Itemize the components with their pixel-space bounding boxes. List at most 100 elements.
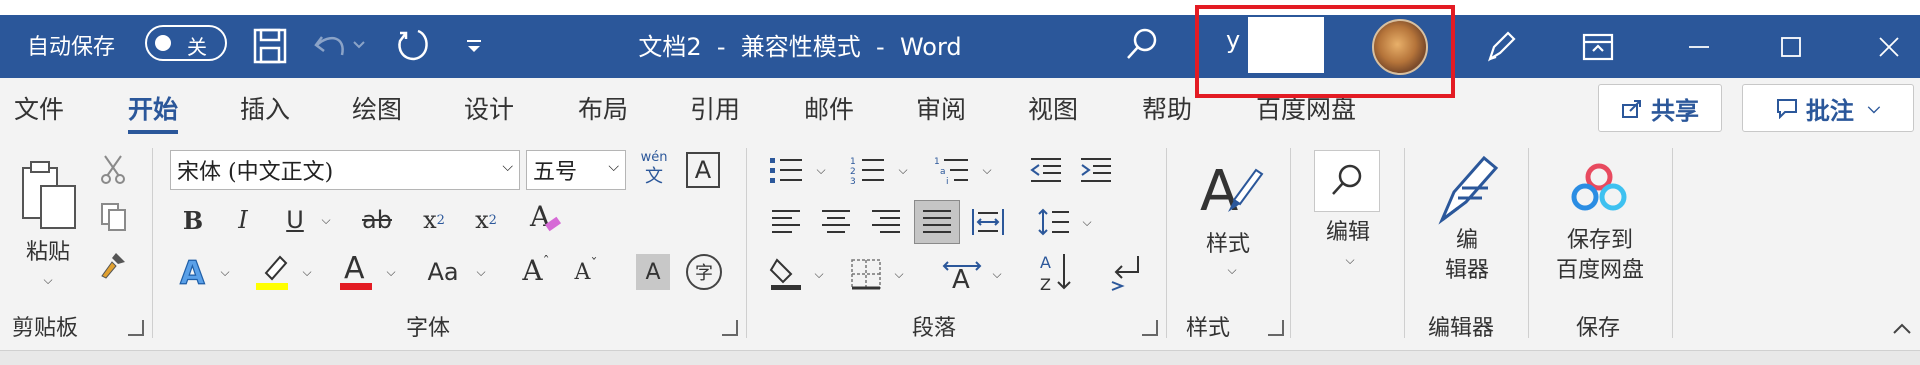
chevron-down-icon[interactable]: ⌵	[502, 159, 513, 175]
copy-icon[interactable]	[96, 200, 130, 234]
highlight-icon[interactable]	[252, 250, 292, 292]
chevron-down-icon[interactable]: ⌵	[892, 152, 910, 188]
baidu-netdisk-icon[interactable]	[1566, 158, 1632, 218]
maximize-button[interactable]	[1748, 15, 1834, 78]
enclose-char-icon[interactable]: 字	[686, 254, 722, 290]
cut-icon[interactable]	[96, 152, 130, 186]
subscript-button[interactable]: x2	[416, 202, 452, 238]
chevron-down-icon[interactable]: ⌵	[986, 254, 1004, 294]
chevron-down-icon[interactable]: ⌵	[808, 254, 826, 294]
tab-file[interactable]: 文件	[14, 90, 64, 126]
tab-insert[interactable]: 插入	[240, 90, 290, 126]
svg-text:A: A	[952, 265, 970, 292]
strikethrough-button[interactable]: ab	[356, 202, 398, 238]
chevron-down-icon[interactable]: ⌵	[888, 254, 906, 294]
bold-button[interactable]: B	[178, 202, 208, 238]
chevron-down-icon[interactable]: ⌵	[976, 152, 994, 188]
tab-view[interactable]: 视图	[1028, 90, 1078, 126]
shrink-font-button[interactable]: Aˇ	[568, 252, 604, 292]
clipboard-group-label: 剪贴板	[12, 316, 79, 341]
tab-references[interactable]: 引用	[690, 90, 740, 126]
chevron-down-icon[interactable]: ⌵	[1338, 250, 1358, 270]
grow-font-button[interactable]: Aˆ	[516, 250, 556, 290]
baidu-save-label-line1[interactable]: 保存到	[1540, 226, 1660, 256]
collapse-ribbon-icon[interactable]	[1890, 316, 1914, 340]
font-name-combo[interactable]: 宋体 (中文正文) ⌵	[170, 150, 520, 190]
superscript-button[interactable]: x2	[468, 202, 504, 238]
tab-draw[interactable]: 绘图	[352, 90, 402, 126]
font-size-combo[interactable]: 五号 ⌵	[526, 150, 626, 190]
editor-icon[interactable]	[1430, 150, 1504, 228]
char-shading-icon[interactable]: A	[636, 254, 670, 290]
chevron-down-icon[interactable]: ⌵	[1076, 204, 1094, 240]
undo-icon[interactable]	[312, 25, 368, 65]
char-border-icon[interactable]: A	[686, 152, 720, 188]
share-button[interactable]: 共享	[1598, 84, 1722, 132]
bullets-icon[interactable]	[764, 152, 808, 188]
styles-label[interactable]: 样式	[1196, 230, 1260, 260]
tab-review[interactable]: 审阅	[916, 90, 966, 126]
tab-layout[interactable]: 布局	[578, 90, 628, 126]
chevron-down-icon[interactable]: ⌵	[296, 252, 314, 292]
decrease-indent-icon[interactable]	[1026, 152, 1066, 188]
text-effects-icon[interactable]: A	[176, 252, 212, 292]
tab-design[interactable]: 设计	[464, 90, 514, 126]
close-button[interactable]	[1846, 15, 1920, 78]
align-left-icon[interactable]	[766, 204, 806, 240]
chevron-down-icon[interactable]: ⌵	[214, 252, 232, 292]
tab-help[interactable]: 帮助	[1142, 90, 1192, 126]
search-icon[interactable]	[1122, 25, 1162, 65]
justify-icon[interactable]	[914, 200, 960, 244]
redo-icon[interactable]	[392, 25, 436, 65]
baidu-save-label-line2[interactable]: 百度网盘	[1540, 256, 1660, 286]
font-launcher[interactable]	[722, 320, 738, 336]
tab-mailings[interactable]: 邮件	[804, 90, 854, 126]
chevron-down-icon[interactable]: ⌵	[380, 252, 398, 292]
chevron-down-icon[interactable]: ⌵	[608, 159, 619, 175]
format-painter-icon[interactable]	[96, 248, 130, 282]
chevron-down-icon[interactable]: ⌵	[470, 252, 488, 292]
styles-icon[interactable]: A	[1196, 154, 1266, 224]
sort-icon[interactable]: AZ	[1036, 250, 1076, 294]
underline-button[interactable]: U	[280, 202, 310, 238]
editor-label-line1[interactable]: 编	[1430, 226, 1504, 256]
italic-button[interactable]: I	[228, 202, 258, 238]
ribbon-display-options-icon[interactable]	[1578, 27, 1618, 67]
line-spacing-icon[interactable]	[1034, 204, 1074, 240]
align-right-icon[interactable]	[866, 204, 906, 240]
svg-text:A: A	[1040, 253, 1051, 272]
change-case-button[interactable]: Aa	[418, 252, 468, 292]
styles-launcher[interactable]	[1268, 320, 1284, 336]
clipboard-launcher[interactable]	[128, 320, 144, 336]
borders-icon[interactable]	[846, 254, 886, 294]
paste-icon[interactable]	[14, 156, 84, 236]
paragraph-launcher[interactable]	[1142, 320, 1158, 336]
comments-button[interactable]: 批注 ⌵	[1742, 84, 1914, 132]
chevron-down-icon[interactable]: ⌵	[314, 202, 334, 238]
clear-formatting-icon[interactable]: A	[526, 198, 566, 238]
font-color-icon[interactable]: A	[336, 248, 376, 292]
pen-icon[interactable]	[1480, 27, 1520, 67]
multilevel-list-icon[interactable]: 1ai	[930, 152, 974, 188]
customize-qat-icon[interactable]	[462, 27, 486, 63]
phonetic-guide-icon[interactable]: wén 文	[636, 150, 672, 190]
find-icon[interactable]	[1314, 150, 1380, 212]
increase-indent-icon[interactable]	[1076, 152, 1116, 188]
save-icon[interactable]	[252, 27, 288, 65]
autosave-toggle[interactable]: 关	[145, 25, 227, 61]
chevron-down-icon[interactable]: ⌵	[810, 152, 828, 188]
chevron-down-icon[interactable]: ⌵	[36, 270, 56, 290]
numbering-icon[interactable]: 123	[846, 152, 890, 188]
shading-icon[interactable]	[766, 254, 806, 294]
align-center-icon[interactable]	[816, 204, 856, 240]
editor-label-line2[interactable]: 辑器	[1430, 256, 1504, 286]
chinese-layout-icon[interactable]: A	[940, 254, 984, 294]
chevron-down-icon[interactable]: ⌵	[1220, 260, 1240, 280]
show-marks-icon[interactable]	[1106, 250, 1146, 294]
editing-label[interactable]: 编辑	[1316, 218, 1380, 248]
minimize-button[interactable]	[1656, 15, 1742, 78]
paste-label[interactable]: 粘贴	[18, 238, 78, 268]
distributed-icon[interactable]	[968, 204, 1008, 240]
tab-home[interactable]: 开始	[128, 90, 179, 134]
subscript-mark: 2	[436, 212, 445, 228]
